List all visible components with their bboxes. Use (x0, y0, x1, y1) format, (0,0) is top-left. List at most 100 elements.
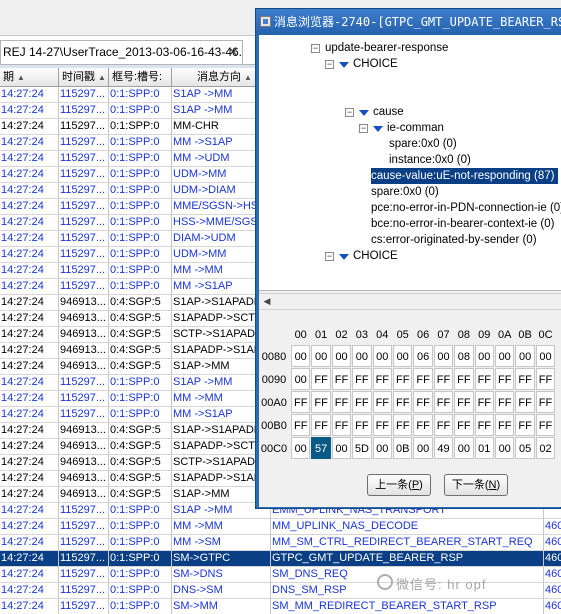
hex-byte[interactable]: FF (413, 414, 433, 436)
hex-byte[interactable]: 00 (393, 345, 413, 367)
column-header-date[interactable]: 期 ▲ (0, 68, 59, 87)
hex-byte[interactable]: 00 (515, 345, 535, 367)
tree-node[interactable]: bce:no-error-in-bearer-context-ie (0) (371, 216, 554, 232)
hex-byte[interactable]: 00 (454, 437, 474, 459)
hex-byte[interactable]: 00 (352, 345, 372, 367)
hex-byte[interactable]: FF (413, 391, 433, 413)
hex-byte[interactable]: FF (352, 391, 372, 413)
tree-node[interactable]: cs:error-originated-by-sender (0) (371, 232, 537, 248)
hex-byte[interactable]: FF (474, 391, 494, 413)
hex-byte[interactable]: FF (291, 414, 311, 436)
hex-byte[interactable]: 01 (474, 437, 494, 459)
hex-byte[interactable]: 49 (433, 437, 454, 459)
collapse-toggle[interactable]: − (345, 108, 354, 117)
table-row[interactable]: 14:27:24 115297... 0:1:SPP:0 MM ->MM MM_UPLI… (0, 519, 561, 535)
hex-byte[interactable]: 00 (495, 437, 515, 459)
hex-byte[interactable]: 00 (372, 437, 392, 459)
hex-byte[interactable]: FF (474, 414, 494, 436)
hex-byte[interactable]: FF (331, 414, 352, 436)
hex-byte[interactable]: 57 (311, 437, 331, 459)
collapse-toggle[interactable]: − (359, 124, 368, 133)
hex-byte[interactable]: 00 (495, 345, 515, 367)
horizontal-scrollbar[interactable]: ◀ (259, 293, 561, 310)
hex-byte[interactable]: FF (393, 391, 413, 413)
file-tab[interactable]: REJ 14-27\UserTrace_2013-03-06-16-43-46.… (0, 40, 243, 64)
close-icon[interactable]: ✕ (228, 41, 238, 63)
cell-timestamp: 946913... (59, 471, 109, 487)
cell-message: GTPC_GMT_UPDATE_BEARER_RSP (271, 551, 544, 567)
collapse-toggle[interactable]: − (325, 252, 334, 261)
hex-byte[interactable]: FF (393, 414, 413, 436)
column-header-timestamp[interactable]: 时间戳 ▲ (59, 68, 109, 87)
hex-byte[interactable]: 00 (291, 368, 311, 390)
table-row[interactable]: 14:27:24 115297... 0:1:SPP:0 MM ->SM MM_SM_C… (0, 535, 561, 551)
tree-node-selected[interactable]: cause-value:uE-not-responding (87) (371, 168, 559, 184)
hex-byte[interactable]: 5D (352, 437, 372, 459)
cell-timestamp: 115297... (59, 119, 109, 135)
hex-byte[interactable]: FF (331, 368, 352, 390)
hex-byte[interactable]: FF (433, 391, 454, 413)
hex-byte[interactable]: FF (515, 368, 535, 390)
dialog-titlebar[interactable]: 消息浏览器-2740-[GTPC_GMT_UPDATE_BEARER_RSP] (256, 9, 561, 35)
hex-byte[interactable]: 08 (454, 345, 474, 367)
hex-byte[interactable]: FF (291, 391, 311, 413)
collapse-toggle[interactable]: − (325, 60, 334, 69)
table-row[interactable]: 14:27:24 115297... 0:1:SPP:0 SM->MM SM_MM_RE… (0, 599, 561, 614)
hex-byte[interactable]: 00 (433, 345, 454, 367)
tree-node[interactable]: ie-comman (387, 120, 444, 136)
hex-byte[interactable]: FF (515, 391, 535, 413)
hex-byte[interactable]: 02 (535, 437, 556, 459)
table-row[interactable]: 14:27:24 115297... 0:1:SPP:0 SM->GTPC GTPC_G… (0, 551, 561, 567)
hex-byte[interactable]: 0B (393, 437, 413, 459)
hex-byte[interactable]: FF (495, 414, 515, 436)
hex-byte[interactable]: FF (433, 368, 454, 390)
column-header-slot[interactable]: 框号:槽号: (109, 68, 172, 87)
hex-byte[interactable]: 00 (535, 345, 556, 367)
hex-byte[interactable]: FF (352, 368, 372, 390)
tree-node[interactable]: pce:no-error-in-PDN-connection-ie (0) (371, 200, 561, 216)
hex-byte[interactable]: 00 (413, 437, 433, 459)
hex-byte[interactable]: FF (393, 368, 413, 390)
collapse-toggle[interactable]: − (311, 44, 320, 53)
hex-byte[interactable]: FF (372, 368, 392, 390)
hex-byte[interactable]: 06 (413, 345, 433, 367)
triangle-down-icon (339, 62, 349, 68)
hex-byte[interactable]: 00 (291, 437, 311, 459)
hex-byte[interactable]: FF (372, 391, 392, 413)
hex-byte[interactable]: FF (474, 368, 494, 390)
scroll-left-icon[interactable]: ◀ (259, 294, 275, 309)
hex-byte[interactable]: FF (454, 414, 474, 436)
tree-node[interactable]: instance:0x0 (0) (389, 152, 471, 168)
hex-byte[interactable]: FF (352, 414, 372, 436)
hex-byte[interactable]: FF (515, 414, 535, 436)
hex-byte[interactable]: FF (454, 368, 474, 390)
hex-byte[interactable]: 00 (331, 345, 352, 367)
tree-node[interactable]: spare:0x0 (0) (389, 136, 457, 152)
hex-byte[interactable]: 00 (291, 345, 311, 367)
hex-byte[interactable]: FF (413, 368, 433, 390)
tree-node[interactable]: CHOICE (353, 248, 398, 264)
hex-byte[interactable]: 00 (372, 345, 392, 367)
hex-byte[interactable]: 00 (331, 437, 352, 459)
tree-node[interactable]: update-bearer-response (325, 40, 448, 56)
tree-node[interactable]: CHOICE (353, 56, 398, 72)
hex-byte[interactable]: 05 (515, 437, 535, 459)
hex-byte[interactable]: FF (372, 414, 392, 436)
hex-byte[interactable]: FF (535, 368, 556, 390)
hex-byte[interactable]: FF (433, 414, 454, 436)
prev-message-button[interactable]: 上一条(P) (367, 474, 431, 496)
hex-byte[interactable]: FF (311, 391, 331, 413)
hex-byte[interactable]: FF (311, 368, 331, 390)
hex-byte[interactable]: FF (454, 391, 474, 413)
tree-node[interactable]: spare:0x0 (0) (371, 184, 439, 200)
hex-byte[interactable]: FF (331, 391, 352, 413)
hex-byte[interactable]: FF (495, 368, 515, 390)
hex-byte[interactable]: FF (311, 414, 331, 436)
hex-byte[interactable]: FF (535, 414, 556, 436)
hex-byte[interactable]: FF (495, 391, 515, 413)
next-message-button[interactable]: 下一条(N) (444, 474, 508, 496)
hex-byte[interactable]: 00 (311, 345, 331, 367)
hex-byte[interactable]: 00 (474, 345, 494, 367)
tree-node[interactable]: cause (373, 104, 404, 120)
hex-byte[interactable]: FF (535, 391, 556, 413)
